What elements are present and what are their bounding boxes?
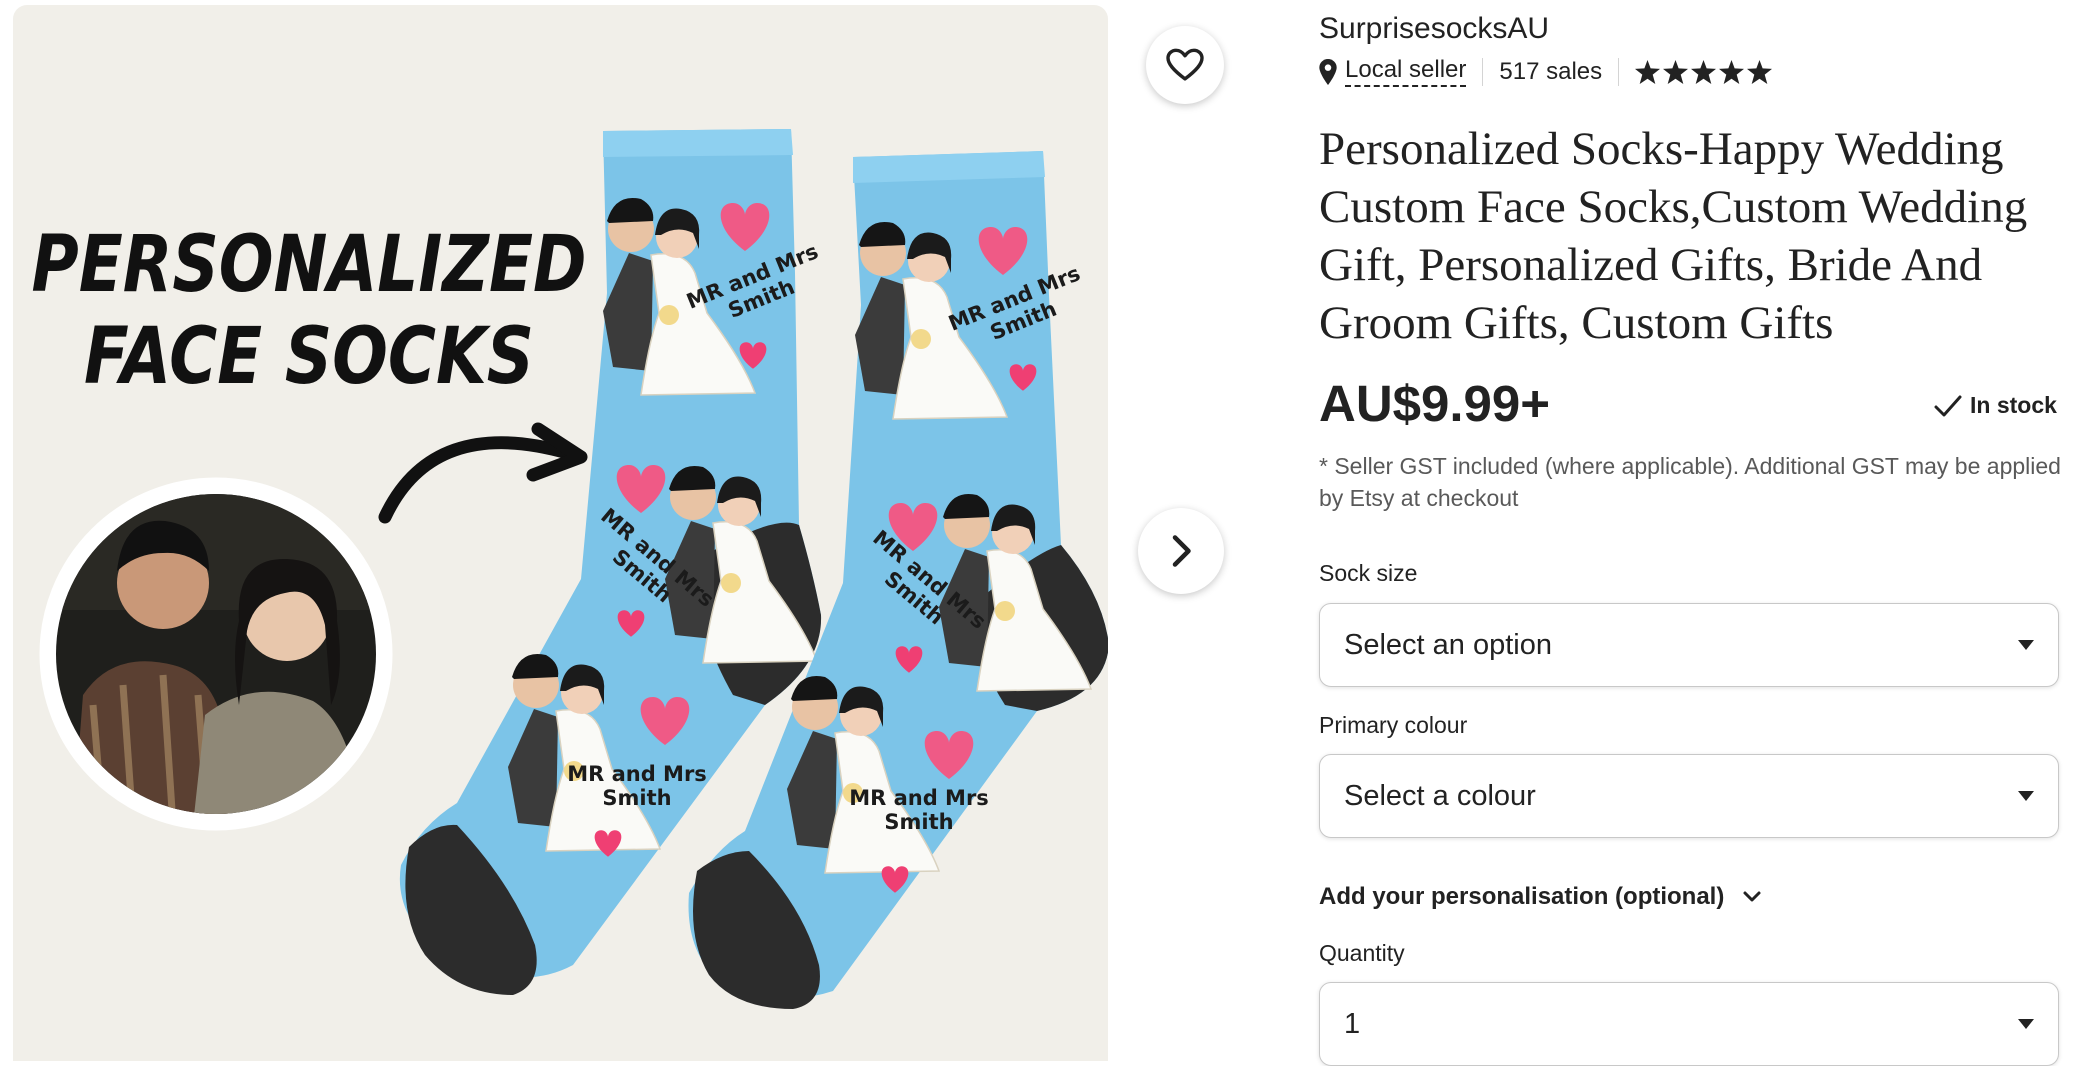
divider	[1482, 57, 1484, 86]
chevron-right-icon	[1172, 535, 1191, 567]
primary-colour-select[interactable]: Select a colour	[1319, 754, 2059, 838]
location-pin-icon	[1319, 58, 1337, 85]
stock-status-label: In stock	[1970, 392, 2057, 418]
heart-icon	[1166, 48, 1204, 81]
add-personalisation-label: Add your personalisation (optional)	[1319, 883, 1725, 910]
checkmark-icon	[1934, 395, 1962, 416]
sock-size-label: Sock size	[1319, 560, 1418, 586]
quantity-select[interactable]: 1	[1319, 982, 2059, 1066]
headline-line2: FACE SOCKS	[84, 312, 534, 402]
seller-info-row: Local seller 517 sales	[1319, 56, 1773, 87]
sock-size-select[interactable]: Select an option	[1319, 603, 2059, 687]
caret-down-icon	[2018, 791, 2034, 801]
divider	[1618, 57, 1620, 86]
caret-down-icon	[2018, 1019, 2034, 1029]
headline-line1: PERSONALIZED	[32, 220, 587, 310]
add-personalisation-toggle[interactable]: Add your personalisation (optional)	[1319, 883, 1762, 911]
price: AU$9.99+	[1319, 375, 1551, 432]
star-rating[interactable]	[1635, 59, 1773, 84]
listing-title: Personalized Socks-Happy Wedding Custom …	[1319, 123, 2028, 349]
listing-image[interactable]: PERSONALIZED FACE SOCKS MR and MrsSmith …	[13, 5, 1108, 1061]
next-image-button[interactable]	[1138, 508, 1224, 594]
star-icon	[1747, 59, 1773, 84]
favorite-button[interactable]	[1146, 26, 1224, 104]
sock-size-value: Select an option	[1344, 628, 1552, 661]
chevron-down-icon	[1743, 891, 1761, 902]
quantity-value: 1	[1344, 1007, 1361, 1040]
primary-colour-value: Select a colour	[1344, 779, 1536, 812]
quantity-label: Quantity	[1319, 940, 1405, 966]
local-seller-link[interactable]: Local seller	[1345, 56, 1467, 87]
star-icon	[1663, 59, 1689, 84]
sales-count: 517 sales	[1499, 57, 1603, 85]
customer-photo	[39, 477, 393, 831]
star-icon	[1719, 59, 1745, 84]
primary-colour-label: Primary colour	[1319, 712, 1468, 738]
stock-status: In stock	[1934, 392, 2057, 419]
star-icon	[1635, 59, 1661, 84]
star-icon	[1691, 59, 1717, 84]
tax-note: * Seller GST included (where applicable)…	[1319, 453, 2061, 511]
caret-down-icon	[2018, 640, 2034, 650]
shop-name-link[interactable]: SurprisesocksAU	[1319, 12, 1549, 46]
